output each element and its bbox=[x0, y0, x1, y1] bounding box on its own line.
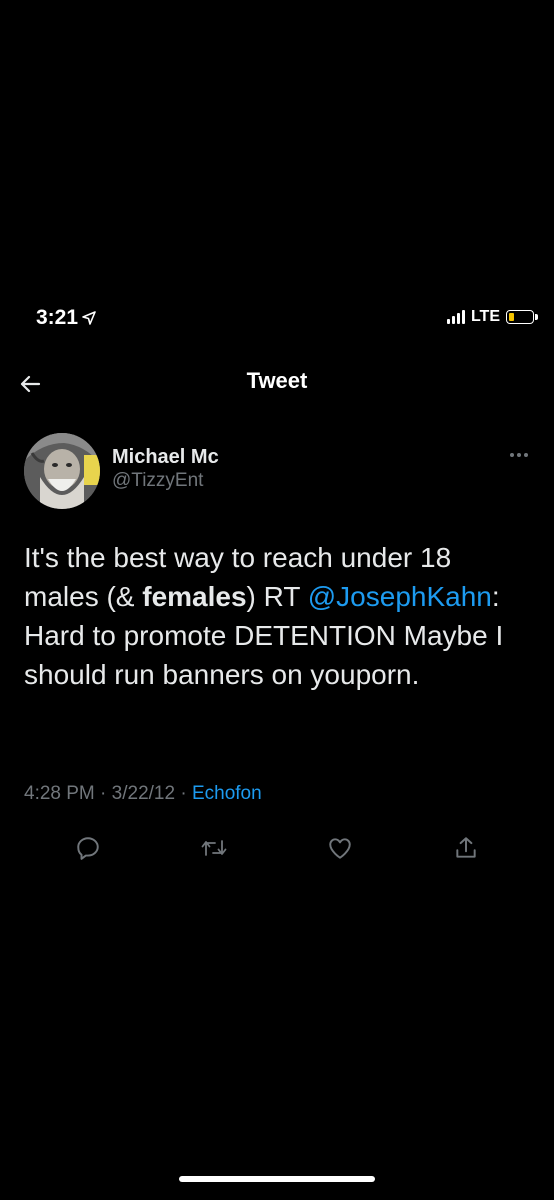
status-time: 3:21 bbox=[36, 306, 79, 329]
meta-separator: · bbox=[175, 783, 192, 804]
network-type: LTE bbox=[470, 308, 500, 325]
retweet-button[interactable] bbox=[192, 826, 236, 870]
status-bar: 3:21 LTE bbox=[0, 300, 554, 340]
like-icon bbox=[329, 838, 351, 859]
status-indicators: LTE bbox=[446, 308, 538, 326]
nav-header: Tweet bbox=[0, 360, 554, 406]
tweet-text-part: ) RT bbox=[246, 581, 308, 612]
meta-separator: · bbox=[94, 783, 112, 804]
tweet-meta: 4:28 PM · 3/22/12 · Echofon bbox=[24, 783, 262, 805]
mention-link[interactable]: @JosephKahn bbox=[308, 581, 492, 612]
like-button[interactable] bbox=[318, 826, 362, 870]
author-info[interactable]: Michael Mc @TizzyEnt bbox=[112, 445, 219, 493]
more-options-button[interactable] bbox=[504, 445, 534, 465]
share-button[interactable] bbox=[444, 826, 488, 870]
avatar-image bbox=[24, 433, 100, 509]
tweet-time: 4:28 PM bbox=[24, 783, 95, 804]
action-bar bbox=[0, 826, 554, 870]
tweet-source-link[interactable]: Echofon bbox=[192, 783, 262, 804]
avatar[interactable] bbox=[24, 433, 100, 509]
tweet-date: 3/22/12 bbox=[111, 783, 176, 804]
more-dot bbox=[524, 453, 528, 457]
reply-icon bbox=[77, 837, 99, 860]
more-dot bbox=[510, 453, 514, 457]
tweet-author: Michael Mc @TizzyEnt bbox=[24, 433, 534, 509]
home-indicator[interactable] bbox=[179, 1176, 375, 1182]
battery-level bbox=[509, 313, 515, 321]
status-time-group: 3:21 bbox=[36, 306, 96, 330]
tweet-text-bold: females bbox=[142, 581, 247, 612]
author-handle[interactable]: @TizzyEnt bbox=[112, 469, 219, 493]
author-name[interactable]: Michael Mc bbox=[112, 445, 219, 469]
battery-icon bbox=[506, 310, 538, 324]
share-icon bbox=[456, 837, 476, 858]
page-title: Tweet bbox=[246, 368, 308, 393]
retweet-icon bbox=[201, 840, 227, 856]
signal-strength-icon bbox=[446, 310, 465, 324]
tweet-text: It's the best way to reach under 18 male… bbox=[24, 538, 524, 694]
location-arrow-icon bbox=[82, 311, 96, 325]
reply-button[interactable] bbox=[66, 826, 110, 870]
more-dot bbox=[517, 453, 521, 457]
